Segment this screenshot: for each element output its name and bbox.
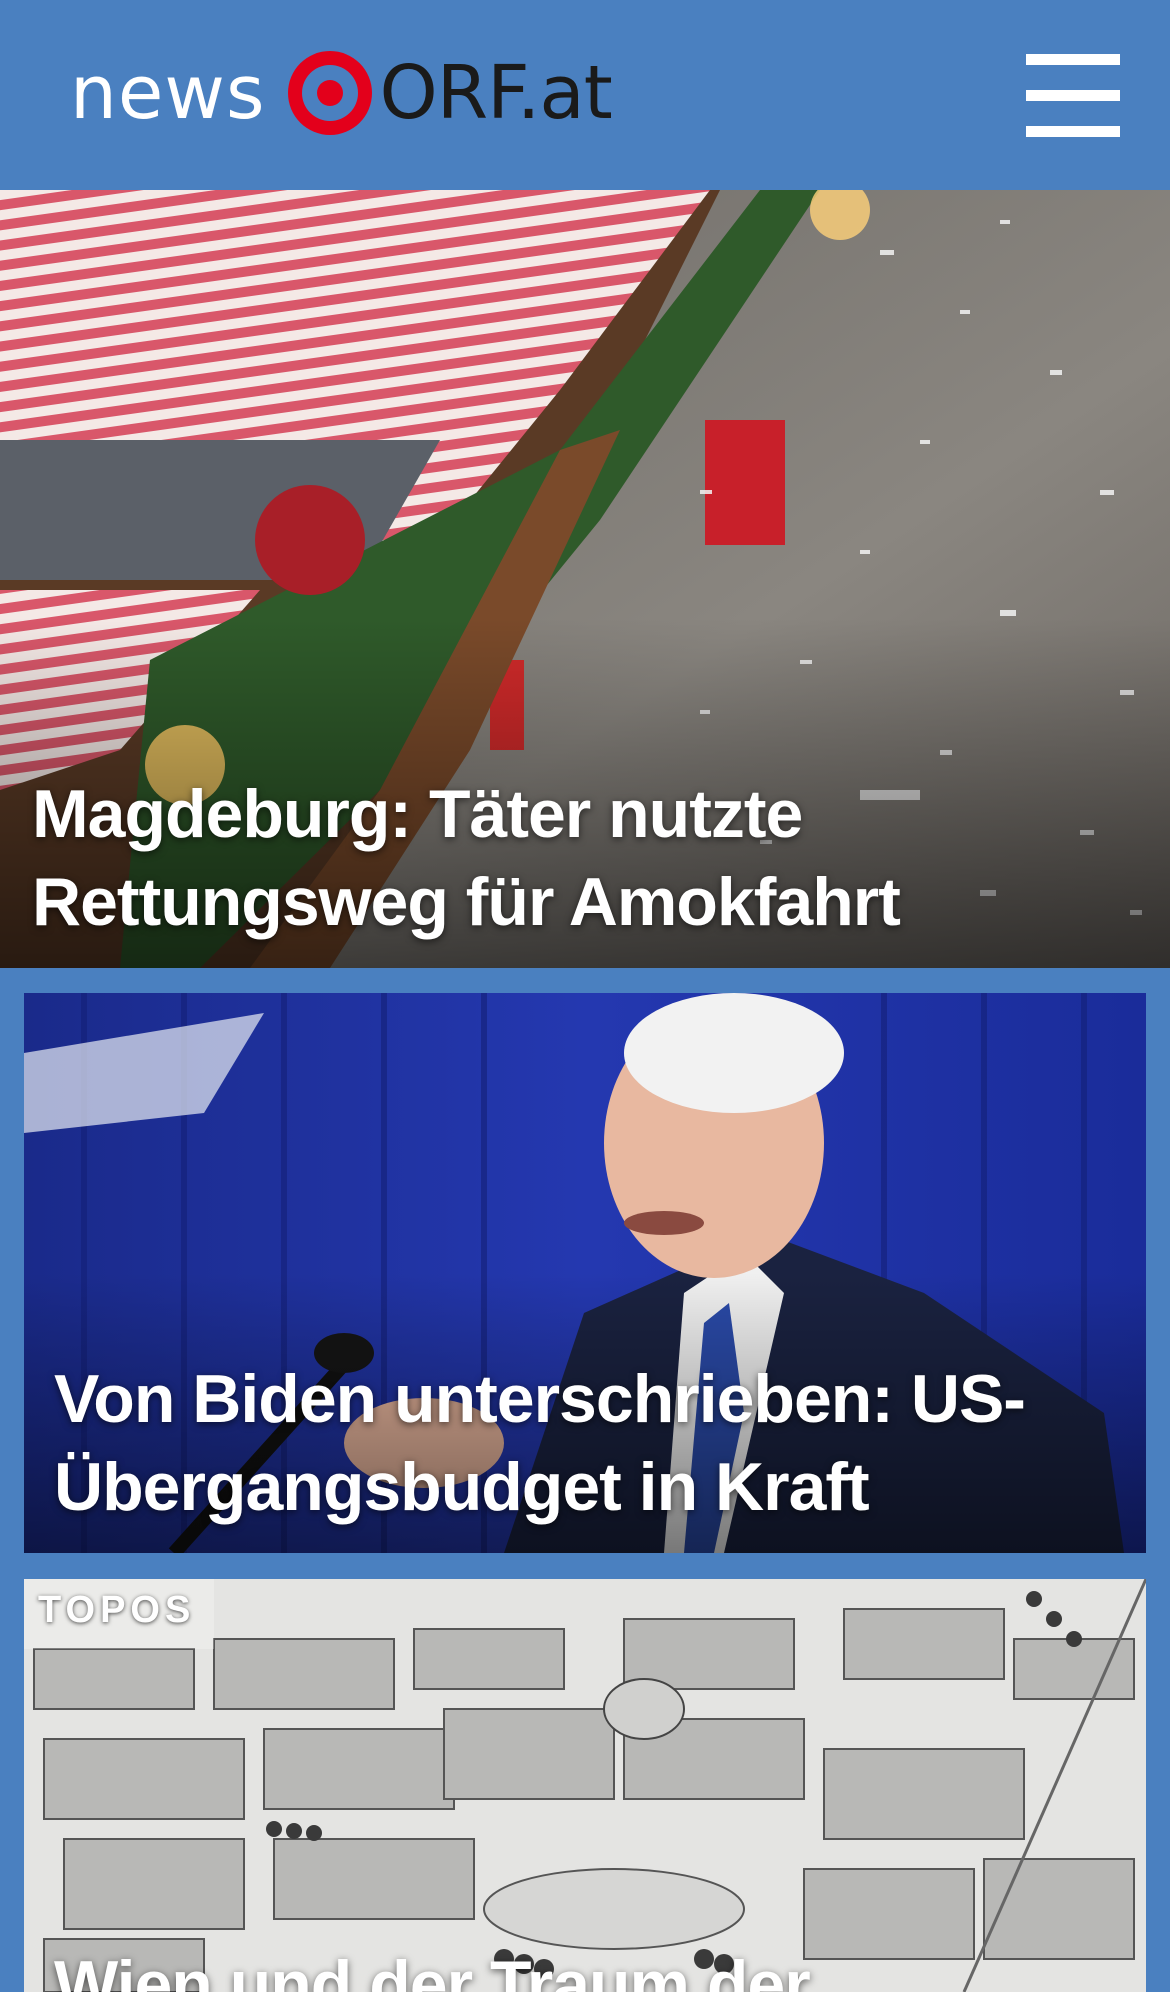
story-kicker: TOPOS: [38, 1589, 196, 1631]
logo-orf-text: ORF.at: [379, 50, 613, 136]
menu-bar: [1026, 54, 1120, 65]
hamburger-menu-icon[interactable]: [1022, 52, 1122, 137]
site-logo[interactable]: news ORF.at: [70, 48, 613, 138]
story-card-topos[interactable]: TOPOS Wien und der Traum der: [24, 1579, 1146, 1992]
story-headline: Von Biden unterschrieben: US-Übergangsbu…: [54, 1361, 1026, 1525]
story-card-biden[interactable]: Von Biden unterschrieben: US-Übergangsbu…: [24, 993, 1146, 1553]
story-image-vienna-plan: [24, 1579, 1146, 1992]
menu-bar: [1026, 126, 1120, 137]
story-headline: Magdeburg: Täter nutzte Rettungsweg für …: [32, 776, 901, 940]
story-card-hero[interactable]: Magdeburg: Täter nutzte Rettungsweg für …: [0, 190, 1170, 968]
orf-eye-icon: [287, 51, 372, 135]
story-headline: Wien und der Traum der: [54, 1947, 811, 1992]
logo-news-text: news: [70, 50, 266, 136]
menu-bar: [1026, 90, 1120, 101]
site-header: news ORF.at: [0, 0, 1170, 190]
